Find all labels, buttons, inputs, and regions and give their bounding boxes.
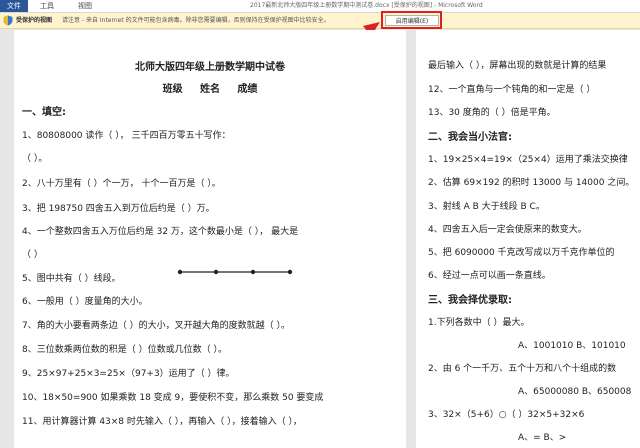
question-line: 3、把 198750 四舍五入到万位后约是（ ）万。 [22, 204, 215, 214]
page-subtitle: 班级 姓名 成绩 [162, 84, 258, 95]
question-line: 1、80808000 读作（ ）， 三千四百万零五十写作： [22, 131, 231, 141]
question-line: 6、经过一点可以画一条直线。 [428, 271, 551, 281]
document-page-left: 北师大版四年级上册数学期中试卷 班级 姓名 成绩 一、填空: 1、8080800… [14, 30, 406, 448]
question-line: 1.下列各数中（ ）最大。 [428, 318, 530, 328]
question-line: 3、射线 A B 大于线段 B C。 [428, 202, 545, 212]
tab-file[interactable]: 文件 [0, 0, 28, 12]
section-heading: 二、我会当小法官: [428, 132, 512, 143]
question-line: 4、四舍五入后一定会使原来的数变大。 [428, 225, 587, 235]
question-line: 2、八十万里有（ ）个一万， 十个一百万是（ ）。 [22, 179, 221, 189]
tab-view[interactable]: 视图 [78, 0, 92, 12]
document-page-right: 最后输入（ ），屏幕出现的数就是计算的结果 12、一个直角与一个钝角的和一定是（… [416, 30, 640, 448]
tab-tools[interactable]: 工具 [40, 0, 54, 12]
page-title: 北师大版四年级上册数学期中试卷 [135, 62, 285, 73]
shield-icon [3, 15, 13, 26]
question-line: （ ）。 [22, 154, 48, 164]
highlight-box [381, 11, 442, 29]
answer-options: A、1001010 B、101010 [518, 341, 626, 351]
question-line: 2、估算 69×192 的积时 13000 与 14000 之间。 [428, 178, 635, 188]
question-line: 2、由 6 个一千万、五个十万和八个十组成的数 [428, 364, 617, 374]
question-line: 3、32×（5+6）○（ ）32×5+32×6 [428, 410, 585, 420]
question-line: 6、一般用（ ）度量角的大小。 [22, 297, 148, 307]
question-line: 最后输入（ ），屏幕出现的数就是计算的结果 [428, 61, 607, 71]
question-line: （ ） [22, 250, 43, 260]
protected-view-label: 受保护的视图 [16, 17, 53, 24]
answer-options: A、= B、> [518, 433, 567, 443]
question-line: 9、25×97+25×3=25×（97+3）运用了（ ）律。 [22, 369, 235, 379]
answer-options: A、65000080 B、650008 [518, 387, 632, 397]
question-line: 8、三位数乘两位数的积是（ ）位数或几位数（ ）。 [22, 345, 227, 355]
section-heading: 三、我会择优录取: [428, 295, 512, 306]
question-line: 4、一个整数四舍五入万位后约是 32 万，这个数最小是（ ）， 最大是 [22, 227, 299, 237]
question-line: 11、用计算器计算 43×8 时先输入（ ），再输入（ ），接着输入（ ）， [22, 417, 302, 427]
question-line: 10、18×50=900 如果乘数 18 变成 9，要使积不变，那么乘数 50 … [22, 393, 324, 403]
question-line: 1、19×25×4=19×（25×4）运用了乘法交换律 [428, 155, 628, 165]
section-heading: 一、填空: [22, 107, 66, 118]
ribbon-bar: 文件 工具 视图 2017最新北师大版四年级上册数学期中测试卷.docx [受保… [0, 0, 640, 13]
question-line: 13、30 度角的（ ）倍是平角。 [428, 108, 556, 118]
line-segment-figure [177, 269, 293, 275]
question-line: 5、图中共有（ ）线段。 [22, 274, 121, 284]
protected-view-bar: 受保护的视图 请注意 - 来自 Internet 的文件可能包含病毒。除非您需要… [0, 13, 640, 29]
question-line: 7、角的大小要看两条边（ ）的大小，叉开越大角的度数就越（ ）。 [22, 321, 290, 331]
protected-view-message: 请注意 - 来自 Internet 的文件可能包含病毒。除非您需要编辑，否则保持… [62, 17, 330, 24]
question-line: 5、把 6090000 千克改写成以万千克作单位的 [428, 248, 615, 258]
question-line: 12、一个直角与一个钝角的和一定是（ ） [428, 85, 596, 95]
